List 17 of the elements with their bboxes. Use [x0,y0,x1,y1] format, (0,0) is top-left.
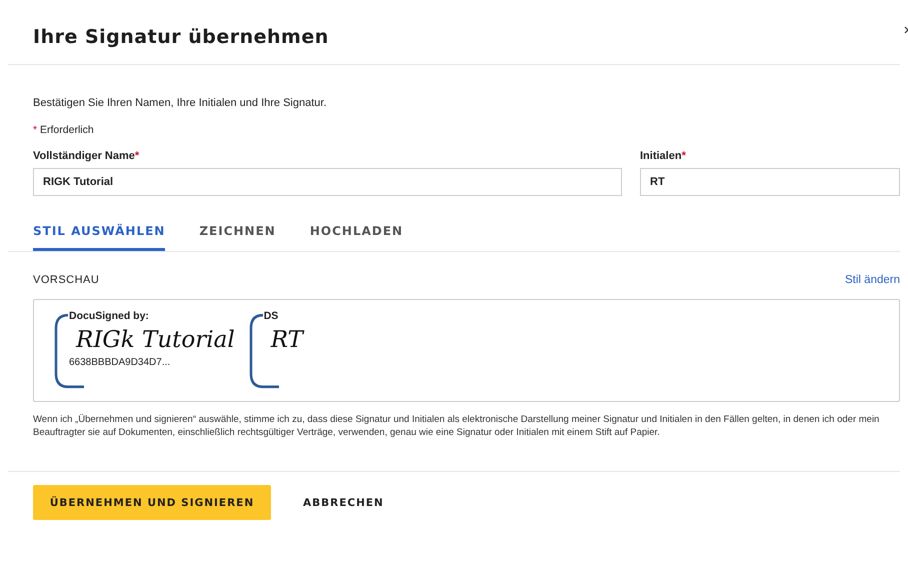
cancel-button[interactable]: ABBRECHEN [293,485,394,520]
disclaimer-text: Wenn ich „Übernehmen und signieren“ auswähle, stimme ich zu, dass diese Signatur und Initialen als elektronische Darstellung meiner Signatur und Initialen in den Fällen gelten, in denen ich oder mein Beauftragter sie auf Dokumenten, einschließlich rechtsgültiger Verträge, verwenden, genau wie eine Signatur oder Initialen mit einem Stift auf Papier. [33,414,880,439]
signature-text: RIGk Tutorial [76,327,235,353]
tab[interactable]: STIL AUSWÄHLEN [33,216,166,251]
input-field[interactable]: RT [640,168,900,196]
accept-button[interactable]: ÜBERNEHMEN UND SIGNIEREN [33,485,271,520]
change-style-link[interactable]: Stil ändern [845,274,900,286]
field-label: Initialen* [640,150,687,162]
tab[interactable]: HOCHLADEN [310,216,404,251]
required-note: * Erforderlich [33,124,95,136]
dialog-title: Ihre Signatur übernehmen [33,26,330,48]
tab[interactable]: ZEICHNEN [199,216,276,251]
input-field[interactable]: RIGK Tutorial [33,168,622,196]
field-label: Vollständiger Name* [33,150,140,162]
initials-text: RT [270,327,303,353]
intro-text: Bestätigen Sie Ihren Namen, Ihre Initialen und Ihre Signatur. [33,97,328,109]
preview-heading: VORSCHAU [33,274,100,286]
